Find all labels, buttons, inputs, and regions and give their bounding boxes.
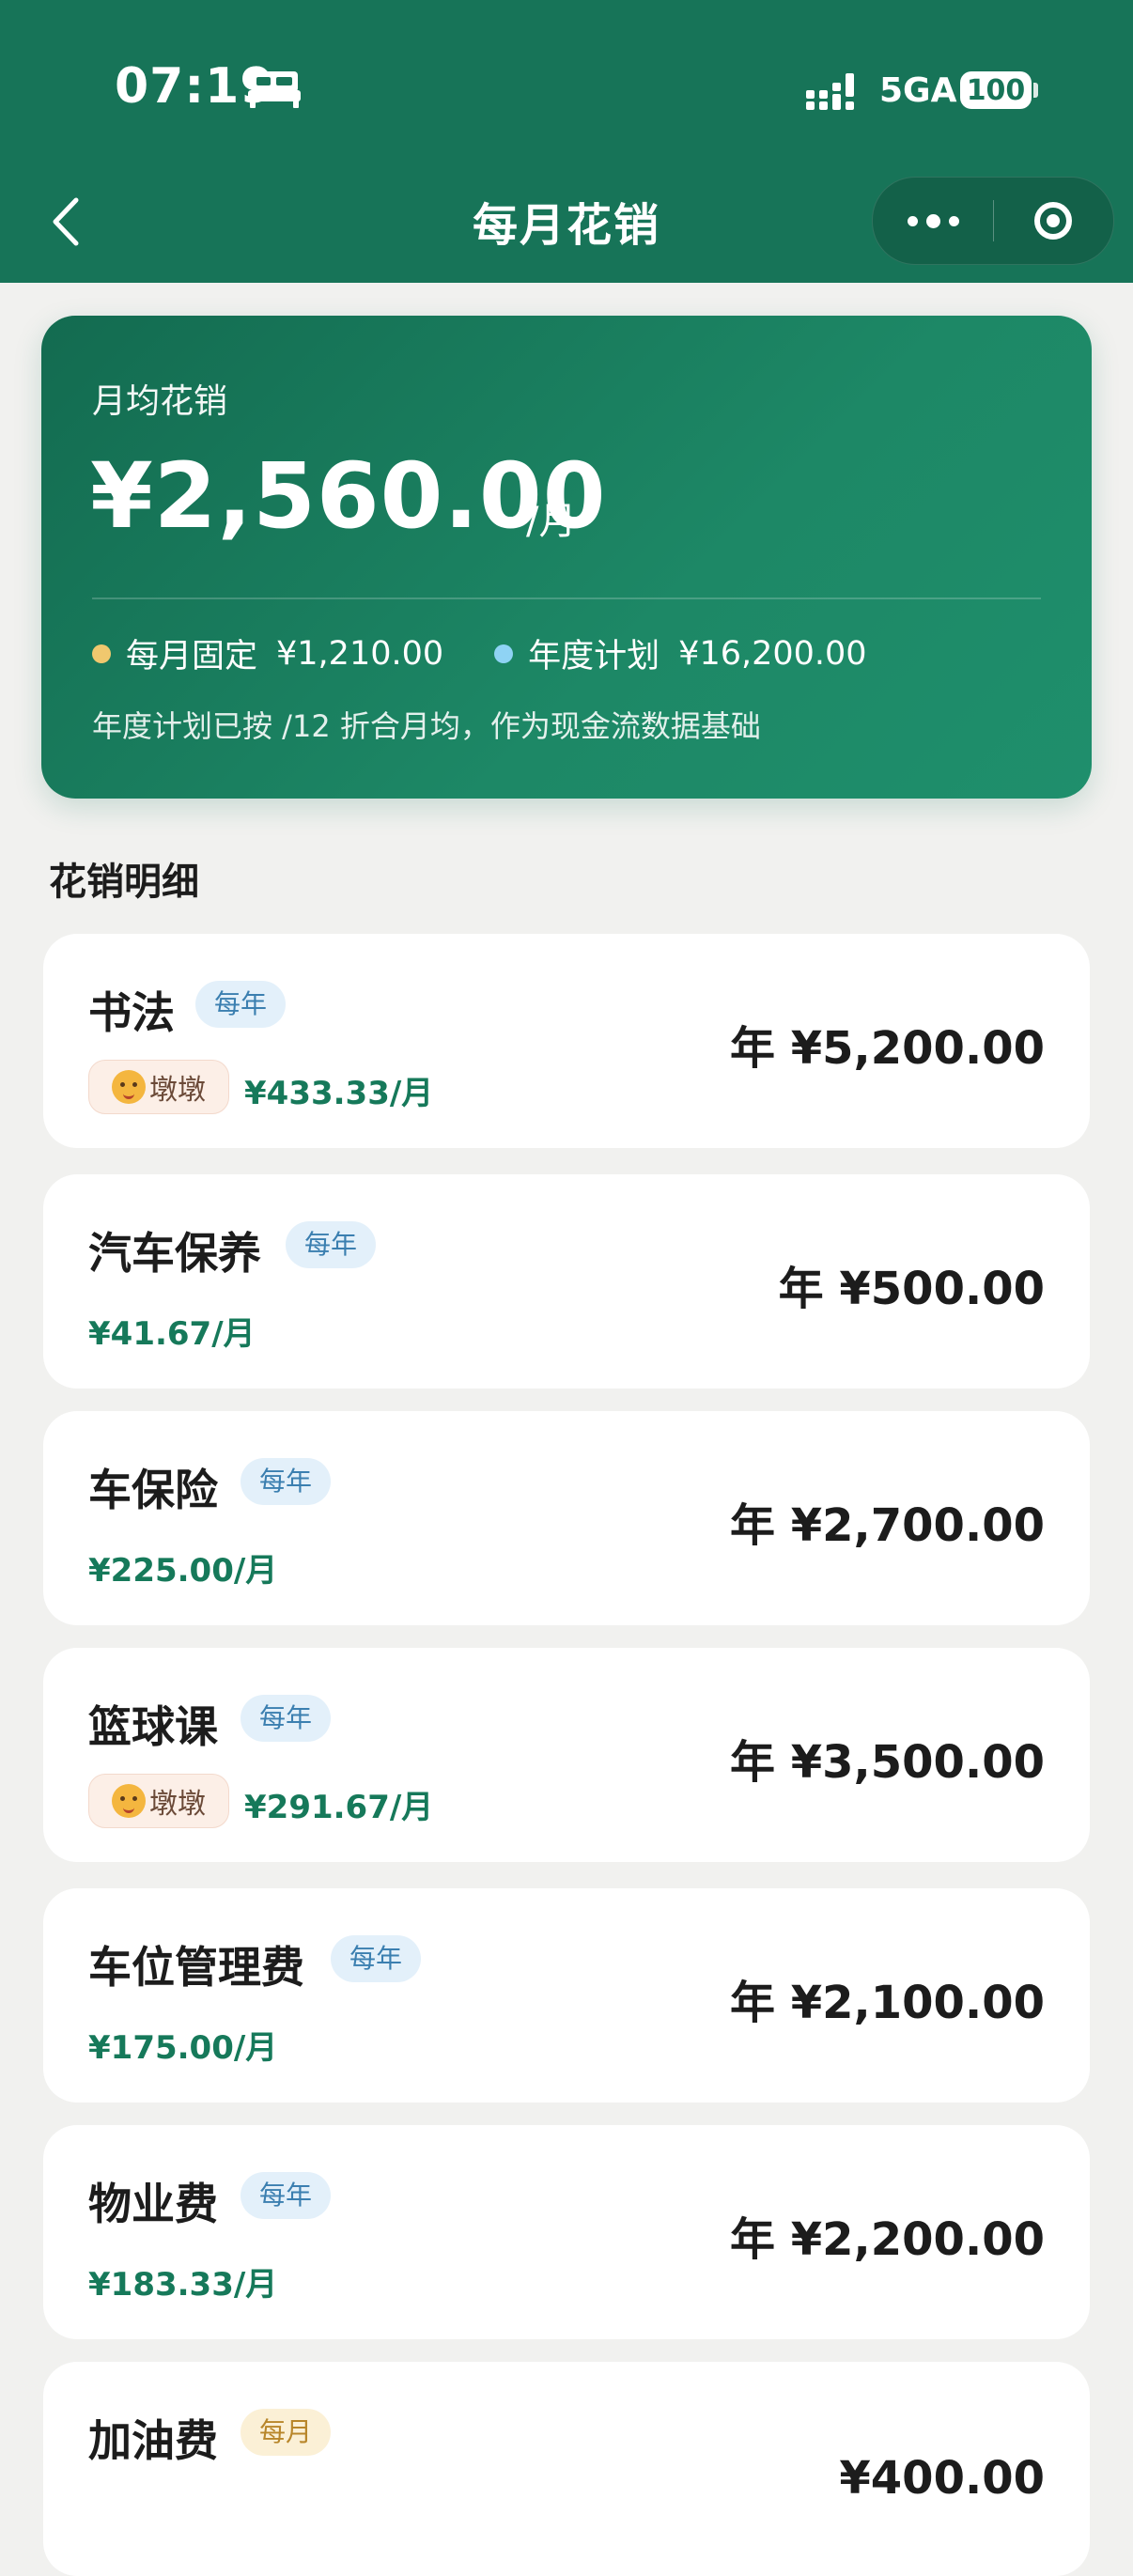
frequency-badge: 每年 <box>241 1695 332 1742</box>
baby-icon <box>112 1784 146 1818</box>
divider <box>92 597 1041 599</box>
battery-indicator: 100 <box>960 71 1032 109</box>
monthly-value: ¥41.67/月 <box>88 1315 256 1353</box>
monthly-value: ¥291.67/月 <box>244 1789 434 1826</box>
expense-item-car-insurance[interactable]: 车保险 每年 ¥225.00/月 年 ¥2,700.00 <box>43 1411 1090 1625</box>
summary-card: 月均花销 ¥2,560.00 /月 每月固定 ¥1,210.00 年度计划 ¥1… <box>41 316 1092 799</box>
more-dots-icon <box>907 215 918 226</box>
annual-value: 年 ¥2,700.00 <box>730 1499 1045 1552</box>
summary-label: 月均花销 <box>92 382 228 421</box>
frequency-badge: 每年 <box>286 1221 377 1268</box>
expense-item-fuel[interactable]: 加油费 每月 ¥400.00 <box>43 2362 1090 2576</box>
summary-note: 年度计划已按 /12 折合月均，作为现金流数据基础 <box>92 708 761 744</box>
network-label: 5GA <box>879 71 957 110</box>
legend-label: 年度计划 <box>528 638 660 675</box>
expense-item-basketball[interactable]: 篮球课 每年 墩墩 ¥291.67/月 年 ¥3,500.00 <box>43 1648 1090 1862</box>
miniprogram-capsule <box>872 177 1114 265</box>
annual-value: 年 ¥2,100.00 <box>730 1977 1045 2029</box>
legend-monthly-fixed: 每月固定 ¥1,210.00 <box>92 629 443 677</box>
summary-legend: 每月固定 ¥1,210.00 年度计划 ¥16,200.00 <box>92 629 918 677</box>
item-name: 物业费 <box>88 2179 218 2229</box>
legend-annual-plan: 年度计划 ¥16,200.00 <box>494 629 867 677</box>
legend-value: ¥1,210.00 <box>276 634 444 673</box>
bed-icon <box>248 71 301 108</box>
monthly-value: ¥175.00/月 <box>88 2029 278 2067</box>
monthly-value: ¥225.00/月 <box>88 1552 278 1590</box>
member-name: 墩墩 <box>149 1074 206 1107</box>
summary-unit: /月 <box>526 500 577 543</box>
expense-item-car-maintenance[interactable]: 汽车保养 每年 ¥41.67/月 年 ¥500.00 <box>43 1174 1090 1389</box>
expense-item-calligraphy[interactable]: 书法 每年 墩墩 ¥433.33/月 年 ¥5,200.00 <box>43 934 1090 1148</box>
member-name: 墩墩 <box>149 1788 206 1821</box>
legend-value: ¥16,200.00 <box>678 634 867 673</box>
frequency-badge: 每年 <box>331 1935 422 1982</box>
item-name: 书法 <box>88 987 175 1038</box>
item-name: 加油费 <box>88 2415 218 2466</box>
frequency-badge: 每年 <box>195 981 287 1028</box>
legend-dot-icon <box>494 644 514 663</box>
frequency-badge: 每年 <box>241 2172 332 2219</box>
item-name: 车位管理费 <box>88 1942 304 1993</box>
close-miniprogram-button[interactable] <box>993 178 1113 264</box>
annual-value: 年 ¥500.00 <box>778 1263 1045 1315</box>
target-icon <box>1034 202 1072 240</box>
more-dots-icon <box>948 215 959 226</box>
expense-item-parking-fee[interactable]: 车位管理费 每年 ¥175.00/月 年 ¥2,100.00 <box>43 1888 1090 2103</box>
monthly-value: ¥433.33/月 <box>244 1075 434 1112</box>
expense-item-property-fee[interactable]: 物业费 每年 ¥183.33/月 年 ¥2,200.00 <box>43 2125 1090 2339</box>
baby-icon <box>112 1070 146 1104</box>
annual-value: 年 ¥5,200.00 <box>730 1022 1045 1075</box>
item-name: 车保险 <box>88 1465 218 1515</box>
frequency-badge: 每月 <box>241 2409 332 2456</box>
section-title: 花销明细 <box>49 861 199 904</box>
annual-value: 年 ¥3,500.00 <box>730 1736 1045 1789</box>
monthly-value: ¥183.33/月 <box>88 2266 278 2304</box>
amount-value: ¥400.00 <box>839 2452 1045 2505</box>
more-button[interactable] <box>873 178 993 264</box>
annual-value: 年 ¥2,200.00 <box>730 2213 1045 2266</box>
battery-tip <box>1033 83 1038 98</box>
more-dots-icon <box>925 213 940 228</box>
item-name: 汽车保养 <box>88 1228 261 1279</box>
legend-label: 每月固定 <box>126 638 258 675</box>
item-name: 篮球课 <box>88 1701 218 1752</box>
frequency-badge: 每年 <box>241 1458 332 1505</box>
legend-dot-icon <box>92 644 111 663</box>
member-tag: 墩墩 <box>88 1060 229 1114</box>
nav-header: 07:19 5GA 100 每月花销 <box>0 0 1133 283</box>
signal-icon <box>806 73 854 110</box>
member-tag: 墩墩 <box>88 1774 229 1828</box>
